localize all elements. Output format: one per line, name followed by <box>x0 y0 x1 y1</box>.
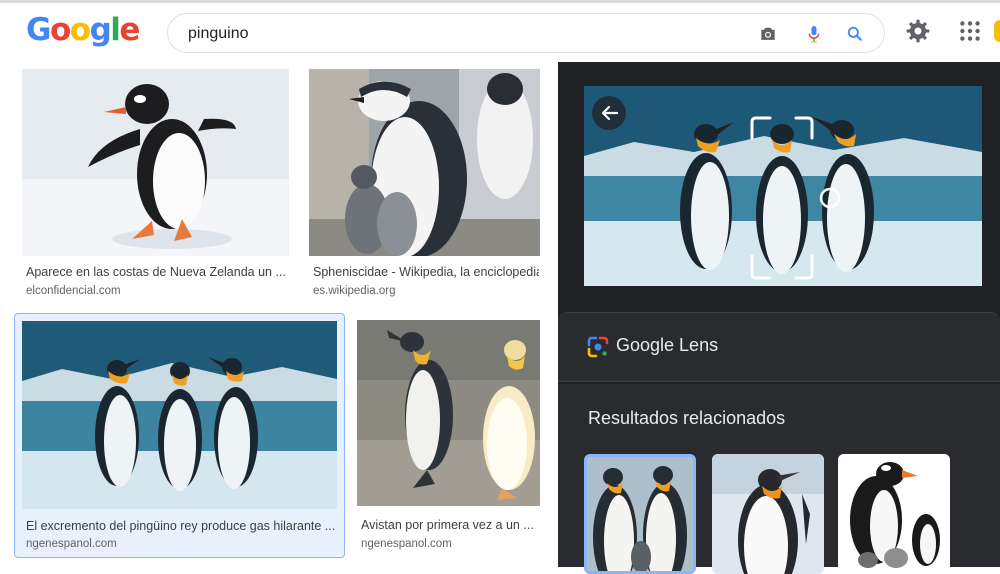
result-image[interactable] <box>309 69 540 256</box>
image-result-selected[interactable]: El excremento del pingüino rey produce g… <box>14 313 345 558</box>
search-icon[interactable] <box>845 24 865 44</box>
result-source[interactable]: ngenespanol.com <box>361 538 452 550</box>
search-input[interactable] <box>188 23 728 45</box>
related-image <box>587 457 693 571</box>
search-box[interactable] <box>167 13 885 53</box>
related-results: Resultados relacionados <box>558 384 1000 574</box>
google-lens-header[interactable]: Google Lens <box>558 312 1000 382</box>
logo-letter: g <box>89 12 112 48</box>
google-lens-icon <box>587 336 609 358</box>
logo-letter: e <box>119 12 140 48</box>
result-title[interactable]: Spheniscidae - Wikipedia, la enciclopedi… <box>313 265 539 279</box>
related-result-thumb[interactable] <box>584 454 696 574</box>
avatar[interactable] <box>994 20 1000 42</box>
result-title[interactable]: Aparece en las costas de Nueva Zelanda u… <box>26 265 288 279</box>
logo-letter: l <box>110 12 121 48</box>
logo-letter: o <box>49 12 71 48</box>
google-lens-label: Google Lens <box>616 335 719 355</box>
result-title[interactable]: El excremento del pingüino rey produce g… <box>26 519 338 533</box>
related-image <box>838 454 950 574</box>
header: Google <box>0 0 1000 62</box>
result-source[interactable]: ngenespanol.com <box>26 538 117 550</box>
result-source[interactable]: es.wikipedia.org <box>313 285 395 297</box>
related-image <box>712 454 824 574</box>
image-result[interactable]: Avistan por primera vez a un ... ngenesp… <box>357 320 541 556</box>
logo-letter: G <box>26 12 51 48</box>
logo-letter: o <box>69 12 91 48</box>
top-divider <box>0 0 1000 3</box>
related-results-title: Resultados relacionados <box>588 408 786 428</box>
apps-icon[interactable] <box>957 18 983 44</box>
preview-area <box>558 62 1000 307</box>
image-result[interactable]: Spheniscidae - Wikipedia, la enciclopedi… <box>309 69 541 305</box>
google-logo[interactable]: Google <box>26 12 140 48</box>
image-result[interactable]: Aparece en las costas de Nueva Zelanda u… <box>22 69 290 305</box>
related-result-thumb[interactable] <box>838 454 950 574</box>
settings-icon[interactable] <box>905 18 931 44</box>
related-result-thumb[interactable] <box>712 454 824 574</box>
image-results: Aparece en las costas de Nueva Zelanda u… <box>0 62 558 567</box>
camera-icon[interactable] <box>758 24 778 44</box>
preview-panel: Google Lens Resultados relacionados <box>558 62 1000 574</box>
result-image[interactable] <box>357 320 540 506</box>
arrow-left-icon <box>601 105 619 121</box>
preview-image[interactable] <box>584 86 982 286</box>
result-title[interactable]: Avistan por primera vez a un ... <box>361 518 539 532</box>
back-button[interactable] <box>592 96 626 130</box>
result-image[interactable] <box>22 321 337 509</box>
result-image[interactable] <box>22 69 289 256</box>
result-source[interactable]: elconfidencial.com <box>26 285 121 297</box>
mic-icon[interactable] <box>804 24 824 44</box>
